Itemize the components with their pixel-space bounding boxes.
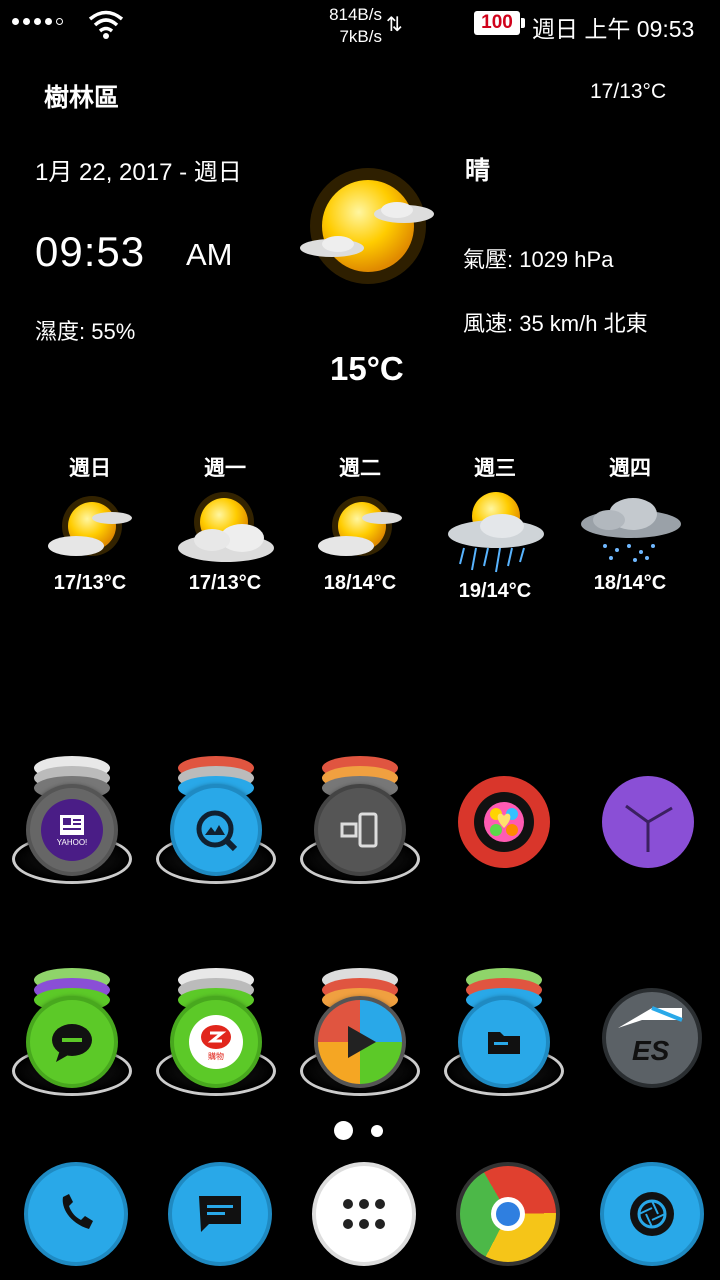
- pressure-label: 氣壓: 1029 hPa: [463, 247, 614, 272]
- news-icon: [60, 814, 84, 835]
- quickpic-folder[interactable]: [146, 748, 286, 898]
- forecast-day: 週一 17/13°C: [170, 452, 280, 595]
- sun-cloud-large-icon[interactable]: [292, 166, 442, 286]
- chrome-app[interactable]: [456, 1162, 560, 1266]
- clock-icon: [625, 804, 673, 852]
- forecast-day-label: 週日: [69, 457, 111, 480]
- download-speed: 814B/s: [329, 5, 382, 24]
- forecast-day-label: 週二: [339, 457, 381, 480]
- clock-app[interactable]: [578, 748, 718, 898]
- camera-icon: [630, 1192, 674, 1236]
- forecast-range: 17/13°C: [53, 572, 127, 594]
- forecast-range: 18/14°C: [593, 572, 667, 594]
- forecast-range: 18/14°C: [323, 572, 397, 594]
- gallery-icon: [196, 810, 238, 852]
- partly-cloudy-icon: [48, 496, 132, 556]
- app-drawer[interactable]: [312, 1162, 416, 1266]
- play-store-folder[interactable]: [290, 960, 430, 1110]
- current-temperature: 15°C: [330, 350, 404, 387]
- widget-ampm: AM: [186, 237, 233, 272]
- page-dot-active[interactable]: [334, 1121, 353, 1140]
- folder-icon: [488, 1032, 520, 1054]
- forecast-day: 週四 18/14°C: [575, 452, 685, 595]
- rain-cloud-icon: [581, 498, 681, 562]
- forecast-day: 週三 19/14°C: [440, 452, 550, 603]
- chat-bubble-icon: [52, 1024, 92, 1062]
- forecast-range: 19/14°C: [458, 580, 532, 602]
- forecast-range: 17/13°C: [188, 572, 262, 594]
- forecast-day: 週二 18/14°C: [305, 452, 415, 595]
- forecast-day-label: 週一: [204, 457, 246, 480]
- shopping-folder[interactable]: 購物: [146, 960, 286, 1110]
- messages-app[interactable]: [168, 1162, 272, 1266]
- upload-speed: 7kB/s: [339, 27, 382, 46]
- cloudy-sun-icon: [178, 492, 274, 562]
- yahoo-label: YAHOO!: [56, 837, 88, 847]
- app-drawer-icon: [343, 1199, 385, 1229]
- today-temp-range: 17/13°C: [590, 80, 667, 103]
- wind-label: 風速: 35 km/h 北東: [463, 311, 648, 336]
- chrome-icon: [491, 1197, 525, 1231]
- humidity-label: 濕度: 55%: [35, 319, 136, 344]
- partly-cloudy-icon: [318, 496, 402, 556]
- cell-signal-icon: [12, 18, 63, 25]
- shopping-label: 購物: [208, 1051, 224, 1061]
- weather-location[interactable]: 樹林區: [44, 78, 119, 114]
- message-icon: [199, 1196, 241, 1232]
- hangouts-folder[interactable]: [2, 960, 142, 1110]
- es-label: ES: [632, 1035, 670, 1066]
- page-indicator[interactable]: [334, 1121, 383, 1140]
- shopping-logo-icon: [201, 1024, 231, 1049]
- wifi-icon: [88, 10, 124, 39]
- forecast-day: 週日 17/13°C: [35, 452, 145, 595]
- es-explorer-app[interactable]: ES: [578, 960, 718, 1110]
- battery-icon: 100: [474, 11, 525, 35]
- data-transfer-icon: ⇅: [386, 14, 403, 36]
- app-manager-icon: [340, 812, 378, 848]
- tools-folder[interactable]: [290, 748, 430, 898]
- play-icon: [348, 1026, 376, 1058]
- candy-icon: [484, 802, 524, 842]
- widget-time[interactable]: 09:53: [35, 228, 145, 276]
- network-speed: 814B/s 7kB/s: [310, 4, 382, 48]
- status-clock: 週日 上午 09:53: [532, 16, 695, 42]
- widget-date[interactable]: 1月 22, 2017 - 週日: [35, 152, 242, 187]
- phone-app[interactable]: [24, 1162, 128, 1266]
- camera-app[interactable]: [600, 1162, 704, 1266]
- candy-game-app[interactable]: [434, 748, 574, 898]
- yahoo-news-folder[interactable]: YAHOO!: [2, 748, 142, 898]
- forecast-day-label: 週三: [474, 457, 516, 480]
- file-manager-folder[interactable]: [434, 960, 574, 1110]
- weather-condition: 晴: [465, 157, 491, 185]
- forecast-day-label: 週四: [609, 457, 651, 480]
- phone-icon: [62, 1194, 93, 1229]
- page-dot[interactable]: [371, 1124, 383, 1137]
- es-file-icon: ES: [618, 1006, 683, 1066]
- sun-rain-icon: [448, 492, 544, 573]
